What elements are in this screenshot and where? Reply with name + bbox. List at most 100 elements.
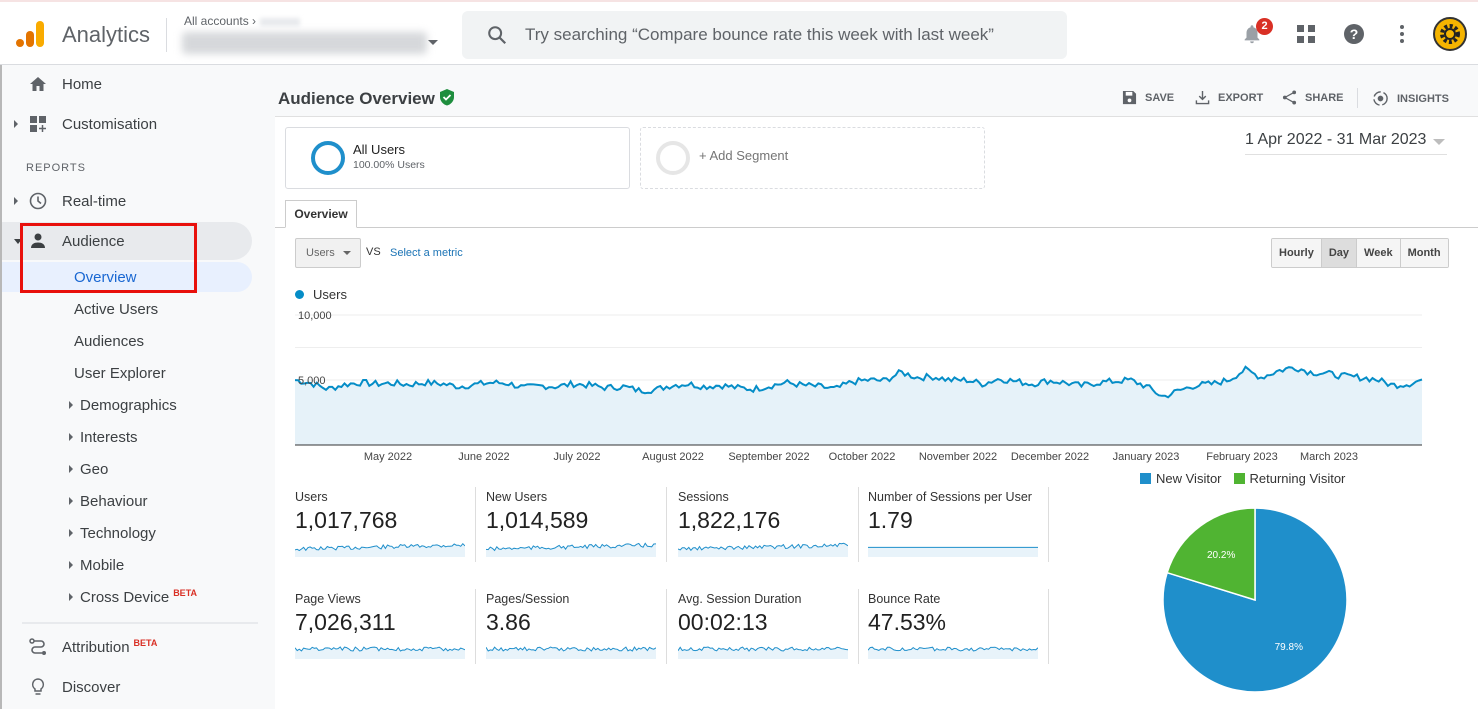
- metric-sparkline: [677, 646, 849, 659]
- sidebar-item-label: Real-time: [62, 192, 127, 210]
- segment-all-users[interactable]: All Users 100.00% Users: [285, 127, 630, 189]
- page-title: Audience Overview: [278, 89, 435, 108]
- sidebar-item-attribution[interactable]: Attribution BETA: [2, 628, 252, 666]
- help-icon[interactable]: ?: [1343, 23, 1365, 45]
- pie-data-label: 20.2%: [1207, 550, 1235, 561]
- save-icon: [1122, 90, 1137, 105]
- select-metric-link[interactable]: Select a metric: [390, 247, 463, 259]
- share-button[interactable]: SHARE: [1282, 90, 1344, 105]
- sidebar-item-label: Home: [62, 75, 103, 93]
- breadcrumb[interactable]: All accounts ›: [184, 14, 301, 28]
- sidebar-subitem-mobile[interactable]: Mobile: [2, 550, 252, 580]
- blurred-account: [260, 17, 301, 26]
- metric-select[interactable]: Users: [295, 238, 361, 268]
- granularity-week-button[interactable]: Week: [1356, 239, 1400, 267]
- sparkline-area: [678, 543, 848, 557]
- tile-divider: [475, 487, 476, 562]
- expand-caret-icon[interactable]: [69, 465, 73, 473]
- sidebar-subitem-cross-device[interactable]: Cross Device BETA: [2, 582, 252, 612]
- metric-sparkline: [868, 546, 1038, 557]
- metric-value: 1.79: [868, 507, 913, 533]
- sidebar-subitem-geo[interactable]: Geo: [2, 454, 252, 484]
- x-tick-label: March 2023: [1300, 451, 1358, 463]
- metric-sparkline: [677, 542, 849, 557]
- sidebar-subitem-label: Technology: [80, 524, 156, 542]
- dashboard-icon: [30, 116, 46, 132]
- sidebar-subitem-audiences[interactable]: Audiences: [2, 326, 252, 356]
- sidebar-subitem-user-explorer[interactable]: User Explorer: [2, 358, 252, 388]
- sidebar-divider: [22, 622, 258, 624]
- empty-segment-ring-icon: [656, 141, 690, 175]
- metric-sparkline: [485, 646, 657, 659]
- sparkline-area: [868, 547, 1038, 557]
- date-range-picker[interactable]: 1 Apr 2022 - 31 Mar 2023: [1245, 131, 1447, 155]
- x-tick-label: September 2022: [728, 451, 809, 463]
- metric-value: 3.86: [486, 609, 531, 635]
- insights-button[interactable]: INSIGHTS: [1372, 90, 1449, 107]
- metric-tile[interactable]: Page Views 7,026,311: [294, 592, 475, 664]
- metric-tile[interactable]: Avg. Session Duration 00:02:13: [677, 592, 858, 664]
- sidebar-subitem-label: Mobile: [80, 556, 125, 574]
- save-label: SAVE: [1145, 91, 1175, 104]
- sidebar-subitem-behaviour[interactable]: Behaviour: [2, 486, 252, 516]
- beta-badge: BETA: [133, 638, 158, 648]
- metric-label: Bounce Rate: [868, 592, 941, 606]
- metric-select-value: Users: [306, 247, 335, 259]
- metric-tile[interactable]: New Users 1,014,589: [485, 490, 666, 562]
- sidebar-item-customisation[interactable]: Customisation: [2, 105, 252, 143]
- expand-caret-icon[interactable]: [69, 561, 73, 569]
- granularity-hourly-button[interactable]: Hourly: [1272, 239, 1321, 267]
- sidebar-item-discover[interactable]: Discover: [2, 668, 252, 706]
- chevron-down-icon: [343, 251, 351, 255]
- expand-caret-icon[interactable]: [14, 197, 18, 205]
- x-tick-label: July 2022: [553, 451, 600, 463]
- account-dropdown-caret-icon[interactable]: [428, 40, 438, 45]
- metric-tile[interactable]: Sessions 1,822,176: [677, 490, 858, 562]
- search-placeholder[interactable]: Try searching “Compare bounce rate this …: [525, 25, 994, 45]
- app-name: Analytics: [62, 22, 151, 47]
- pie-legend: New Visitor Returning Visitor: [1140, 471, 1345, 486]
- top-bar: Analytics All accounts › Try searching “…: [0, 0, 1478, 65]
- granularity-day-button[interactable]: Day: [1320, 239, 1357, 267]
- expand-caret-icon[interactable]: [69, 401, 73, 409]
- granularity-month-button[interactable]: Month: [1399, 239, 1448, 267]
- avatar[interactable]: [1433, 17, 1467, 51]
- legend-dot-users: [295, 290, 304, 299]
- tile-divider: [666, 589, 667, 664]
- sidebar-subitem-technology[interactable]: Technology: [2, 518, 252, 548]
- visitor-pie-chart[interactable]: 79.8% 20.2%: [1155, 500, 1355, 700]
- tile-divider: [475, 589, 476, 664]
- export-button[interactable]: EXPORT: [1195, 90, 1263, 105]
- metric-label: Users: [295, 490, 328, 504]
- add-segment-button[interactable]: + Add Segment: [640, 127, 985, 189]
- account-selector-blurred[interactable]: [182, 32, 427, 54]
- sidebar-subitem-interests[interactable]: Interests: [2, 422, 252, 452]
- legend-swatch-returning-visitor: [1233, 473, 1245, 484]
- expand-caret-icon[interactable]: [69, 433, 73, 441]
- search-box[interactable]: Try searching “Compare bounce rate this …: [462, 11, 1067, 59]
- expand-caret-icon[interactable]: [69, 593, 73, 601]
- metric-tile[interactable]: Pages/Session 3.86: [485, 592, 666, 664]
- breadcrumb-separator: ›: [252, 14, 257, 28]
- metric-tile[interactable]: Number of Sessions per User 1.79: [868, 490, 1048, 562]
- expand-caret-icon[interactable]: [69, 529, 73, 537]
- save-button[interactable]: SAVE: [1122, 90, 1174, 105]
- more-vert-icon[interactable]: [1398, 24, 1406, 44]
- expand-caret-icon[interactable]: [69, 497, 73, 505]
- metric-tile[interactable]: Bounce Rate 47.53%: [867, 592, 1048, 664]
- breadcrumb-all-accounts[interactable]: All accounts: [184, 14, 249, 28]
- users-line-chart[interactable]: 10,000 5,000 May 2022 June 2022 July 2022 Aug…: [275, 300, 1435, 470]
- date-range-label: 1 Apr 2022 - 31 Mar 2023: [1245, 131, 1427, 148]
- tab-overview[interactable]: Overview: [285, 200, 357, 228]
- sidebar-item-home[interactable]: Home: [2, 65, 252, 103]
- sidebar-subitem-active-users[interactable]: Active Users: [2, 294, 252, 324]
- x-tick-label: May 2022: [364, 451, 412, 463]
- metric-tile[interactable]: Users 1,017,768: [294, 490, 475, 562]
- metric-label: New Users: [486, 490, 548, 504]
- apps-grid-icon[interactable]: [1296, 24, 1316, 44]
- expand-caret-icon[interactable]: [14, 120, 18, 128]
- sidebar-item-real-time[interactable]: Real-time: [2, 182, 252, 220]
- sidebar-subitem-demographics[interactable]: Demographics: [2, 390, 252, 420]
- metric-label: Sessions: [678, 490, 729, 504]
- analytics-logo-icon[interactable]: [16, 19, 46, 49]
